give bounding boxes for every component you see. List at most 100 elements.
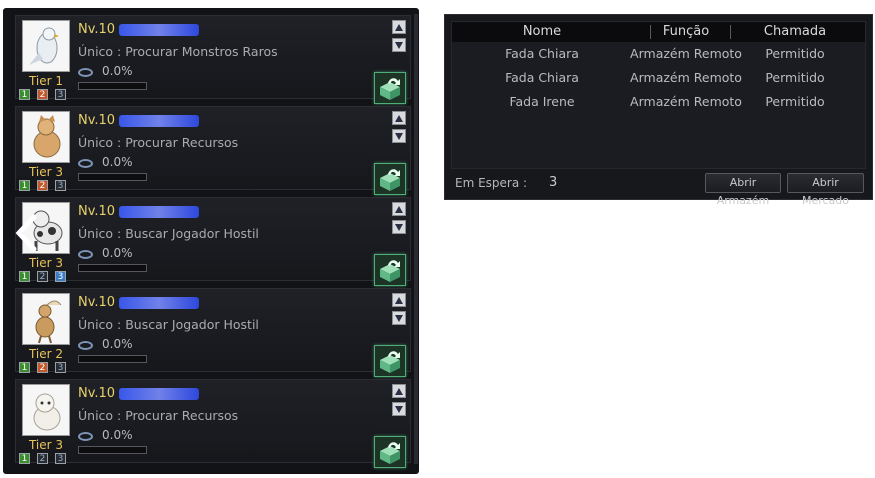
header-function: Função bbox=[662, 24, 710, 39]
skill-slot[interactable]: 1 bbox=[19, 271, 30, 282]
pet-progress-text: 0.0% bbox=[102, 428, 133, 442]
table-row[interactable]: Fada Chiara Armazém Remoto Permitido bbox=[452, 44, 865, 66]
pet-level: Nv.10 bbox=[78, 386, 116, 401]
pet-card[interactable]: Tier 3 1 2 3 Nv.10 Único : Procurar Recu… bbox=[15, 106, 411, 195]
pet-tier: Tier 1 bbox=[28, 74, 64, 88]
waiting-label: Em Espera : bbox=[455, 176, 528, 190]
send-pet-button[interactable] bbox=[374, 163, 406, 195]
cell-function: Armazém Remoto bbox=[630, 94, 742, 109]
arrow-up-icon bbox=[395, 297, 403, 304]
arrow-up-icon bbox=[395, 388, 403, 395]
cell-call: Permitido bbox=[765, 94, 825, 109]
exchange-box-icon bbox=[380, 260, 400, 282]
food-bowl-icon bbox=[78, 68, 93, 77]
header-name: Nome bbox=[522, 24, 562, 39]
pet-portrait bbox=[22, 293, 70, 345]
pet-task: Único : Buscar Jogador Hostil bbox=[78, 317, 259, 332]
header-divider bbox=[730, 25, 731, 39]
skill-slot[interactable]: 2 bbox=[37, 271, 48, 282]
pet-portrait bbox=[22, 384, 70, 436]
open-storage-button[interactable]: Abrir Armazém bbox=[705, 173, 781, 207]
pet-level: Nv.10 bbox=[78, 295, 116, 310]
skill-slot[interactable]: 2 bbox=[37, 89, 48, 100]
pet-card[interactable]: Tier 2 1 2 3 Nv.10 Único : Buscar Jogado… bbox=[15, 288, 411, 377]
skill-slot[interactable]: 3 bbox=[55, 362, 66, 373]
move-up-button[interactable] bbox=[392, 20, 406, 34]
pet-list-scrollbar[interactable] bbox=[414, 14, 418, 464]
arrow-down-icon bbox=[395, 133, 403, 140]
move-down-button[interactable] bbox=[392, 311, 406, 325]
skill-slot[interactable]: 3 bbox=[55, 180, 66, 191]
orange-cat-icon bbox=[33, 115, 61, 158]
cell-name: Fada Irene bbox=[509, 94, 575, 109]
move-up-button[interactable] bbox=[392, 293, 406, 307]
skill-slot[interactable]: 1 bbox=[19, 180, 30, 191]
pet-tier: Tier 3 bbox=[28, 438, 64, 452]
arrow-down-icon bbox=[395, 406, 403, 413]
pet-task: Único : Buscar Jogador Hostil bbox=[78, 226, 259, 241]
skill-slot[interactable]: 1 bbox=[19, 89, 30, 100]
table-row[interactable]: Fada Chiara Armazém Remoto Permitido bbox=[452, 68, 865, 90]
pet-name-redacted bbox=[119, 115, 199, 127]
open-market-button[interactable]: Abrir Mercado bbox=[787, 173, 864, 207]
send-pet-button[interactable] bbox=[374, 345, 406, 377]
pet-task: Único : Procurar Monstros Raros bbox=[78, 44, 278, 59]
chevron-left-icon[interactable] bbox=[14, 214, 38, 252]
skill-slot[interactable]: 2 bbox=[37, 362, 48, 373]
food-bowl-icon bbox=[78, 250, 93, 259]
pet-portrait bbox=[22, 20, 70, 72]
cell-function: Armazém Remoto bbox=[630, 70, 742, 85]
pet-name-redacted bbox=[119, 297, 199, 309]
pet-progress-bar bbox=[78, 173, 147, 181]
pet-progress-bar bbox=[78, 355, 147, 363]
skill-slot[interactable]: 3 bbox=[55, 89, 66, 100]
food-bowl-icon bbox=[78, 432, 93, 441]
table-row[interactable]: Fada Irene Armazém Remoto Permitido bbox=[452, 92, 865, 114]
cell-name: Fada Chiara bbox=[505, 46, 579, 61]
send-pet-button[interactable] bbox=[374, 72, 406, 104]
pet-progress-bar bbox=[78, 446, 147, 454]
send-pet-button[interactable] bbox=[374, 436, 406, 468]
pet-progress-text: 0.0% bbox=[102, 246, 133, 260]
skill-slot[interactable]: 1 bbox=[19, 362, 30, 373]
skill-slot[interactable]: 3 bbox=[55, 453, 66, 464]
pet-tier: Tier 3 bbox=[28, 165, 64, 179]
cell-call: Permitido bbox=[765, 46, 825, 61]
pet-portrait bbox=[22, 111, 70, 163]
pet-progress-text: 0.0% bbox=[102, 64, 133, 78]
move-down-button[interactable] bbox=[392, 129, 406, 143]
send-pet-button[interactable] bbox=[374, 254, 406, 286]
pet-progress-bar bbox=[78, 264, 147, 272]
move-up-button[interactable] bbox=[392, 384, 406, 398]
food-bowl-icon bbox=[78, 341, 93, 350]
pet-progress-bar bbox=[78, 82, 147, 90]
pet-card[interactable]: Tier 3 1 2 3 Nv.10 Único : Buscar Jogado… bbox=[15, 197, 411, 286]
exchange-box-icon bbox=[380, 78, 400, 100]
move-up-button[interactable] bbox=[392, 111, 406, 125]
white-eagle-icon bbox=[29, 27, 59, 65]
pet-name-redacted bbox=[119, 206, 199, 218]
skill-slot[interactable]: 2 bbox=[37, 453, 48, 464]
move-down-button[interactable] bbox=[392, 402, 406, 416]
pet-name-redacted bbox=[119, 24, 199, 36]
pet-progress-text: 0.0% bbox=[102, 337, 133, 351]
arrow-down-icon bbox=[395, 42, 403, 49]
waiting-count: 3 bbox=[549, 175, 558, 190]
arrow-up-icon bbox=[395, 206, 403, 213]
pet-card[interactable]: Tier 3 1 2 3 Nv.10 Único : Procurar Recu… bbox=[15, 379, 411, 468]
pet-tier: Tier 2 bbox=[28, 347, 64, 361]
move-down-button[interactable] bbox=[392, 38, 406, 52]
move-down-button[interactable] bbox=[392, 220, 406, 234]
skill-slot[interactable]: 1 bbox=[19, 453, 30, 464]
table-header: Nome Função Chamada bbox=[452, 22, 865, 42]
summoned-pets-table: Nome Função Chamada Fada Chiara Armazém … bbox=[451, 21, 866, 169]
move-up-button[interactable] bbox=[392, 202, 406, 216]
pet-level: Nv.10 bbox=[78, 113, 116, 128]
skill-slot[interactable]: 3 bbox=[55, 271, 66, 282]
pet-level: Nv.10 bbox=[78, 204, 116, 219]
white-puppy-icon bbox=[33, 393, 61, 431]
header-call: Chamada bbox=[763, 24, 827, 39]
skill-slot[interactable]: 2 bbox=[37, 180, 48, 191]
pet-name-redacted bbox=[119, 388, 199, 400]
pet-card[interactable]: Tier 1 1 2 3 Nv.10 Único : Procurar Mons… bbox=[15, 15, 411, 104]
